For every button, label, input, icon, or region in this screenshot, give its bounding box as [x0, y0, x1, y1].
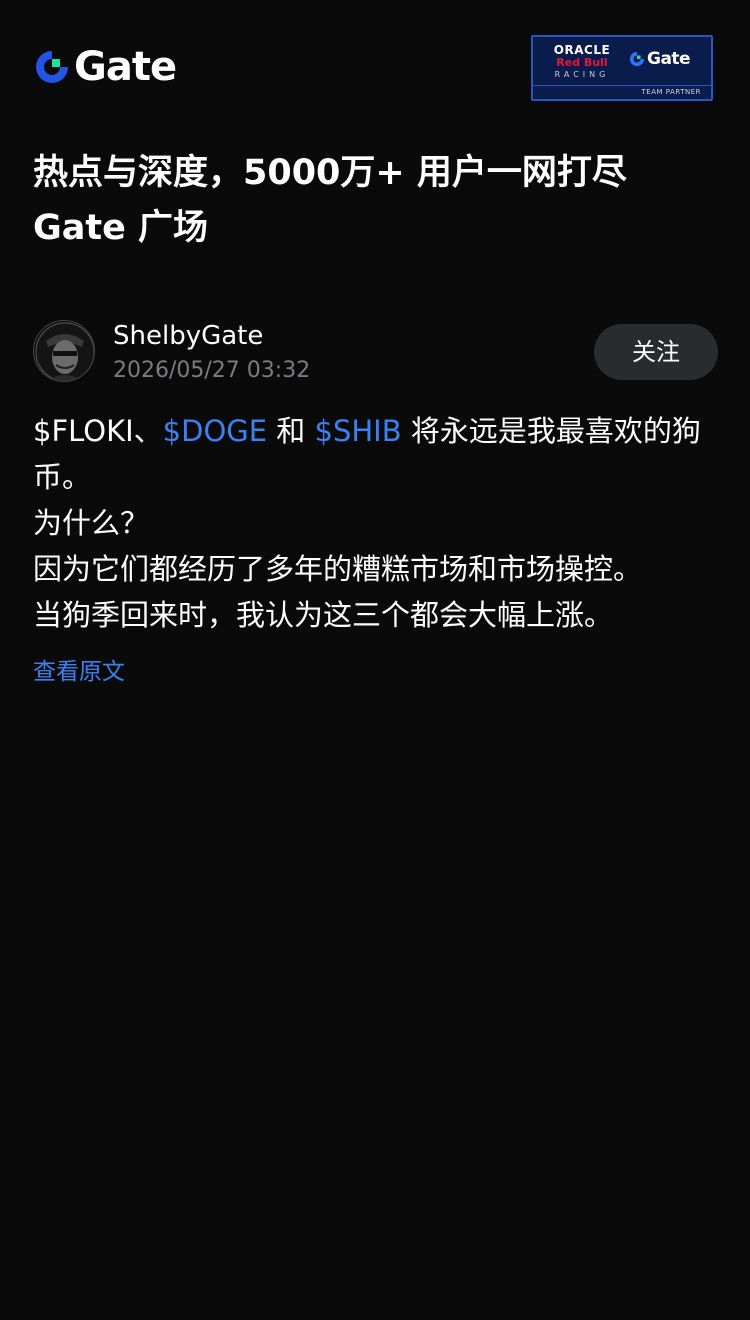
gate-logo-icon — [36, 51, 68, 83]
post-text: $FLOKI、 — [33, 414, 163, 448]
post-timestamp: 2026/05/27 03:32 — [113, 358, 311, 383]
logo-text: Gate — [74, 44, 177, 90]
ticker-link-shib[interactable]: $SHIB — [315, 414, 402, 448]
racing-text: RACING — [554, 70, 610, 79]
page-headline: 热点与深度，5000万+ 用户一网打尽 Gate 广场 — [33, 146, 723, 256]
partner-gate-text: Gate — [647, 49, 691, 69]
post-body: $FLOKI、$DOGE 和 $SHIB 将永远是我最喜欢的狗 币。 为什么？ … — [33, 408, 723, 638]
post-line-2: 币。 — [33, 460, 92, 494]
oracle-redbull-racing-logo: ORACLE Red Bull RACING — [543, 43, 621, 81]
team-partner-label: TEAM PARTNER — [533, 85, 711, 99]
post-line-5: 当狗季回来时，我认为这三个都会大幅上涨。 — [33, 598, 614, 632]
post-text: 和 — [267, 414, 315, 448]
post-line-4: 因为它们都经历了多年的糟糕市场和市场操控。 — [33, 552, 643, 586]
ticker-link-doge[interactable]: $DOGE — [163, 414, 267, 448]
redbull-text: Red Bull — [556, 56, 608, 69]
header: Gate ORACLE Red Bull RACING Gate TEAM PA… — [0, 0, 750, 130]
post-line-3: 为什么？ — [33, 506, 150, 540]
follow-button[interactable]: 关注 — [594, 324, 718, 380]
gate-logo[interactable]: Gate — [34, 44, 177, 90]
gate-logo-small-icon — [629, 51, 645, 67]
post-line-1: $FLOKI、$DOGE 和 $SHIB 将永远是我最喜欢的狗 — [33, 408, 723, 454]
team-partner-badge: ORACLE Red Bull RACING Gate TEAM PARTNER — [531, 35, 713, 101]
post-author-row: ShelbyGate 2026/05/27 03:32 关注 — [33, 320, 718, 386]
view-original-link[interactable]: 查看原文 — [33, 654, 125, 690]
author-name[interactable]: ShelbyGate — [113, 320, 263, 352]
headline-line-1: 热点与深度，5000万+ 用户一网打尽 — [33, 153, 627, 193]
avatar[interactable] — [33, 320, 95, 382]
post-text: 将永远是我最喜欢的狗 — [401, 414, 701, 448]
avatar-image — [34, 321, 94, 381]
page: Gate ORACLE Red Bull RACING Gate TEAM PA… — [0, 0, 750, 1320]
headline-line-2: Gate 广场 — [33, 208, 209, 248]
partner-gate-logo: Gate — [629, 49, 691, 69]
oracle-text: ORACLE — [553, 43, 611, 57]
